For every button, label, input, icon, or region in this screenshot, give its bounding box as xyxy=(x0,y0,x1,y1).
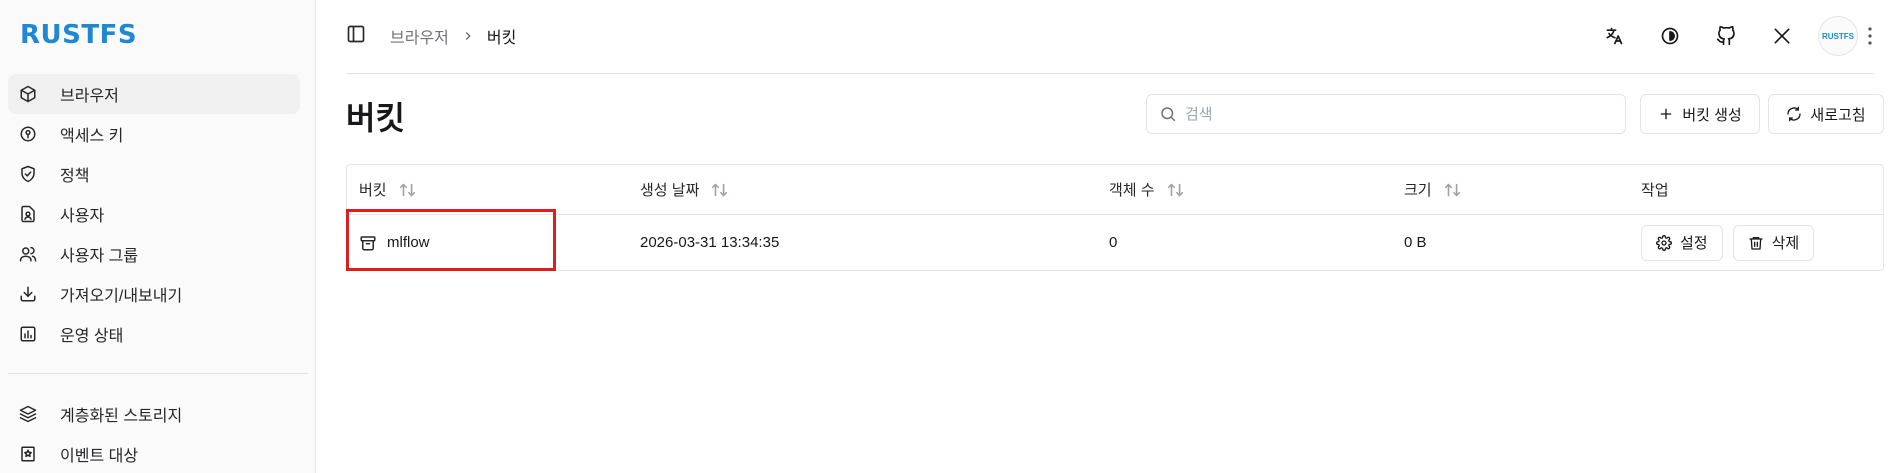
column-header-label: 객체 수 xyxy=(1109,182,1155,199)
settings-label: 설정 xyxy=(1680,235,1708,252)
sidebar-item-label: 가져오기/내보내기 xyxy=(60,288,183,305)
sidebar-item-status[interactable]: 운영 상태 xyxy=(8,314,300,354)
sidebar-item-browser[interactable]: 브라우저 xyxy=(8,74,300,114)
search-input[interactable] xyxy=(1185,105,1605,123)
sort-icon[interactable] xyxy=(1444,182,1462,198)
sort-icon[interactable] xyxy=(1167,182,1185,198)
search-box[interactable] xyxy=(1146,94,1626,134)
refresh-button[interactable]: 새로고침 xyxy=(1768,94,1884,134)
archive-icon xyxy=(360,235,376,250)
sidebar-item-policies[interactable]: 정책 xyxy=(8,154,300,194)
translate-button[interactable] xyxy=(1594,16,1634,56)
search-icon xyxy=(1161,107,1176,122)
panel-left-icon xyxy=(347,25,365,43)
sidebar-nav-secondary: 계층화된 스토리지 이벤트 대상 xyxy=(8,394,300,473)
column-header-label: 생성 날짜 xyxy=(640,182,700,199)
breadcrumb-current: 버킷 xyxy=(486,30,517,47)
column-header-size[interactable]: 크기 xyxy=(1404,179,1462,200)
chevron-right-icon xyxy=(461,29,475,43)
chart-icon xyxy=(18,324,38,344)
column-header-actions: 작업 xyxy=(1641,179,1669,200)
table-row[interactable]: mlflow 2026-03-31 13:34:35 0 0 B 설정 삭제 xyxy=(347,215,1883,270)
theme-toggle-button[interactable] xyxy=(1650,16,1690,56)
delete-button[interactable]: 삭제 xyxy=(1732,224,1815,261)
avatar[interactable]: RUSTFS xyxy=(1818,16,1858,56)
key-circle-icon xyxy=(18,124,38,144)
sidebar-item-access-keys[interactable]: 액세스 키 xyxy=(8,114,300,154)
sidebar-toggle-button[interactable] xyxy=(346,24,368,46)
download-icon xyxy=(18,284,38,304)
header-divider xyxy=(346,73,1874,74)
column-header-objects[interactable]: 객체 수 xyxy=(1109,179,1185,200)
bucket-name: mlflow xyxy=(387,234,430,251)
create-bucket-label: 버킷 생성 xyxy=(1682,106,1742,124)
trash-icon xyxy=(1748,236,1763,250)
sidebar: RUSTFS 브라우저 액세스 키 정책 사용자 사용자 그룹 가져오기/내보내… xyxy=(0,0,316,473)
column-header-label: 크기 xyxy=(1404,182,1432,199)
column-header-label: 작업 xyxy=(1641,182,1669,199)
x-link[interactable] xyxy=(1762,16,1802,56)
sidebar-item-tiered-storage[interactable]: 계층화된 스토리지 xyxy=(8,394,300,434)
header-actions: RUSTFS xyxy=(1578,16,1902,56)
cube-icon xyxy=(18,84,38,104)
table-header: 버킷 생성 날짜 객체 수 크기 작업 xyxy=(347,165,1883,215)
gear-icon xyxy=(1656,234,1672,251)
sidebar-item-label: 계층화된 스토리지 xyxy=(60,408,183,425)
breadcrumb-browser[interactable]: 브라우저 xyxy=(390,24,449,48)
breadcrumb: 브라우저 버킷 xyxy=(390,24,516,48)
column-header-label: 버킷 xyxy=(359,182,387,199)
sidebar-item-label: 정책 xyxy=(60,168,90,185)
refresh-label: 새로고침 xyxy=(1810,106,1866,124)
sidebar-item-label: 사용자 그룹 xyxy=(60,248,139,265)
translate-icon xyxy=(1606,27,1623,45)
bucket-link[interactable]: mlflow xyxy=(359,234,430,252)
settings-button[interactable]: 설정 xyxy=(1641,224,1723,261)
github-icon xyxy=(1716,26,1735,46)
sidebar-item-label: 브라우저 xyxy=(60,88,119,105)
sidebar-item-import-export[interactable]: 가져오기/내보내기 xyxy=(8,274,300,314)
refresh-icon xyxy=(1787,106,1802,122)
shield-check-icon xyxy=(18,164,38,184)
sort-icon[interactable] xyxy=(711,182,729,198)
plus-icon xyxy=(1660,108,1672,120)
actions-cell: 설정 삭제 xyxy=(1641,224,1824,261)
bookmark-star-icon xyxy=(18,444,38,464)
theme-icon xyxy=(1661,27,1679,45)
sidebar-divider xyxy=(8,373,308,374)
sidebar-item-label: 액세스 키 xyxy=(60,128,124,145)
page-title: 버킷 xyxy=(346,100,405,136)
more-menu-button[interactable] xyxy=(1862,16,1878,56)
sidebar-nav: 브라우저 액세스 키 정책 사용자 사용자 그룹 가져오기/내보내기 운영 상태 xyxy=(8,74,300,354)
more-vertical-icon xyxy=(1868,27,1872,45)
create-bucket-button[interactable]: 버킷 생성 xyxy=(1640,94,1760,134)
x-icon xyxy=(1774,28,1790,44)
buckets-table: 버킷 생성 날짜 객체 수 크기 작업 mlflow 2026-03-31 13… xyxy=(346,164,1884,271)
rustfs-logo[interactable]: RUSTFS xyxy=(20,20,137,50)
objects-cell: 0 xyxy=(1109,234,1118,251)
column-header-created[interactable]: 생성 날짜 xyxy=(640,179,729,200)
github-link[interactable] xyxy=(1706,16,1746,56)
sidebar-item-label: 사용자 xyxy=(60,208,105,225)
sidebar-item-label: 이벤트 대상 xyxy=(60,448,139,465)
bucket-name-cell: mlflow xyxy=(359,234,430,252)
sidebar-item-user-groups[interactable]: 사용자 그룹 xyxy=(8,234,300,274)
sidebar-item-users[interactable]: 사용자 xyxy=(8,194,300,234)
size-cell: 0 B xyxy=(1404,234,1427,251)
delete-label: 삭제 xyxy=(1771,235,1800,252)
users-icon xyxy=(18,244,38,264)
user-file-icon xyxy=(18,204,38,224)
sidebar-item-event-targets[interactable]: 이벤트 대상 xyxy=(8,434,300,473)
sidebar-item-label: 운영 상태 xyxy=(60,328,124,345)
column-header-bucket[interactable]: 버킷 xyxy=(359,179,417,200)
sort-icon[interactable] xyxy=(399,182,417,198)
layers-icon xyxy=(18,404,38,424)
created-cell: 2026-03-31 13:34:35 xyxy=(640,234,780,251)
